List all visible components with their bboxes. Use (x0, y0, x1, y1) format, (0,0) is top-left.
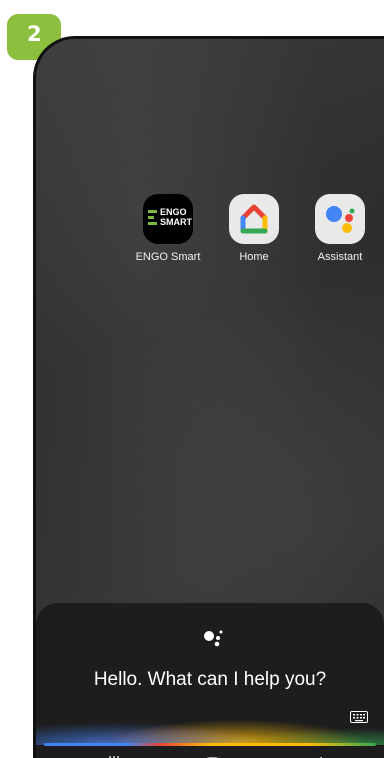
step-number: 2 (27, 22, 42, 46)
app-label-engo-smart: ENGO Smart (135, 251, 201, 263)
app-label-home: Home (239, 251, 269, 263)
navigation-bar (109, 756, 323, 758)
phone-screen: ENGO SMART ENGO Smart Home Assistant Hel… (33, 36, 384, 758)
engo-icon-text-line1: ENGO (160, 207, 187, 217)
assistant-dots-icon (204, 630, 223, 647)
app-engo-smart[interactable]: ENGO SMART ENGO Smart (128, 194, 208, 263)
keyboard-icon[interactable] (350, 711, 368, 723)
app-label-assistant: Assistant (317, 251, 363, 263)
assistant-prompt: Hello. What can I help you? (93, 669, 327, 690)
app-home[interactable]: Home (214, 194, 294, 263)
engo-smart-icon: ENGO SMART (143, 194, 193, 244)
engo-icon-text-line2: SMART (160, 217, 192, 227)
engo-bars-icon (148, 210, 157, 228)
google-home-icon (229, 194, 279, 244)
assistant-color-line (44, 743, 376, 746)
google-assistant-icon (315, 194, 365, 244)
app-assistant[interactable]: Assistant (300, 194, 380, 263)
assistant-glow (36, 705, 384, 745)
assistant-panel: Hello. What can I help you? (36, 603, 384, 758)
